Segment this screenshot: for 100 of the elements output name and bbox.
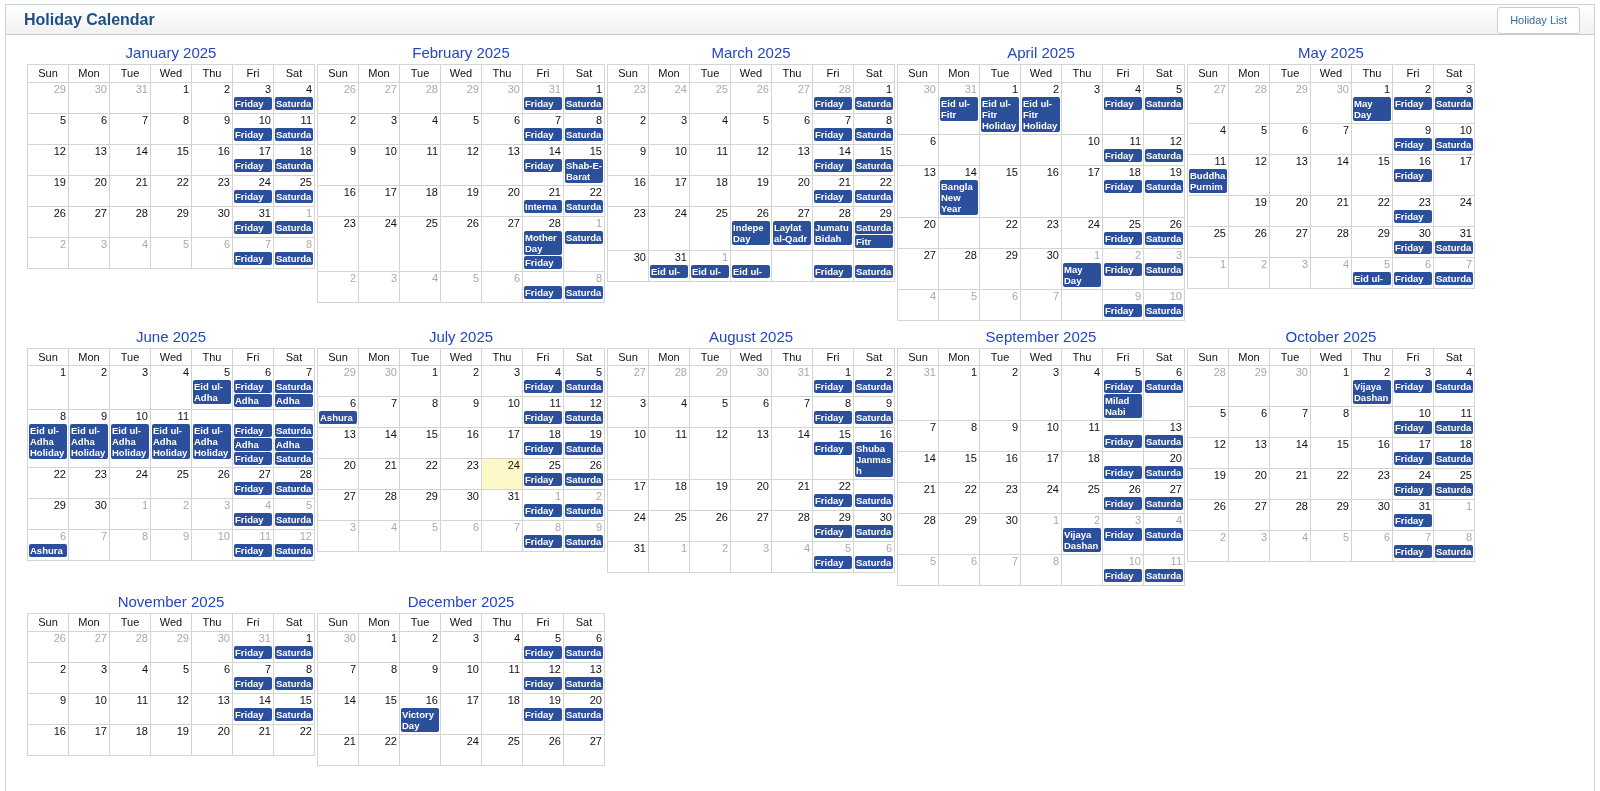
event-label[interactable]: Friday: [814, 127, 852, 141]
event-label[interactable]: Saturda: [1435, 240, 1473, 254]
event-label[interactable]: Friday: [814, 96, 852, 110]
event-label[interactable]: Friday: [814, 380, 852, 393]
event-label[interactable]: Friday: [814, 158, 852, 172]
event-label[interactable]: Saturda: [1145, 262, 1183, 276]
event-label[interactable]: Saturda: [565, 380, 603, 393]
event-label[interactable]: Eid ul-Fitr: [940, 96, 978, 121]
event-label[interactable]: Friday: [524, 285, 562, 299]
event-label[interactable]: Friday: [234, 452, 272, 465]
event-label[interactable]: Saturda: [275, 544, 313, 557]
event-label[interactable]: Friday: [1394, 421, 1432, 434]
event-label[interactable]: Friday: [1104, 231, 1142, 245]
event-label[interactable]: Saturda: [855, 127, 893, 141]
event-label[interactable]: Friday: [524, 707, 562, 721]
event-label[interactable]: Friday: [234, 380, 272, 393]
event-label[interactable]: Mother Day: [524, 230, 562, 255]
event-label[interactable]: Friday: [1104, 179, 1142, 193]
event-label[interactable]: Friday: [524, 411, 562, 424]
event-label[interactable]: Friday: [1394, 514, 1432, 527]
event-label[interactable]: Saturda: [275, 127, 313, 141]
event-label[interactable]: Saturda: [275, 707, 313, 721]
event-label[interactable]: Friday: [1104, 435, 1142, 448]
event-label[interactable]: Victory Day: [401, 707, 439, 732]
event-label[interactable]: Eid ul-Adha Holiday: [152, 424, 190, 459]
event-label[interactable]: Eid ul-Adha Holiday: [111, 424, 149, 459]
event-label[interactable]: Friday: [1394, 209, 1432, 223]
event-label[interactable]: Eid ul-Adha Holiday: [29, 424, 67, 459]
event-label[interactable]: Saturda: [565, 285, 603, 299]
event-label[interactable]: Friday: [234, 707, 272, 721]
event-label[interactable]: Saturda: [275, 96, 313, 110]
event-label[interactable]: Friday: [1104, 303, 1142, 317]
event-label[interactable]: Friday: [234, 645, 272, 659]
event-label[interactable]: Friday: [524, 127, 562, 141]
event-label[interactable]: Saturda: [565, 96, 603, 110]
holiday-list-button[interactable]: Holiday List: [1497, 7, 1580, 34]
event-label[interactable]: Friday: [234, 482, 272, 495]
event-label[interactable]: Eid ul-Adha Holiday: [70, 424, 108, 459]
event-label[interactable]: Friday: [234, 424, 272, 437]
event-label[interactable]: Saturda: [275, 380, 313, 393]
event-label[interactable]: Saturda: [1435, 271, 1473, 285]
event-label[interactable]: Adha: [275, 438, 313, 451]
event-label[interactable]: Adha: [234, 394, 272, 407]
event-label[interactable]: Friday: [234, 676, 272, 690]
event-label[interactable]: Friday: [1104, 466, 1142, 479]
event-label[interactable]: Saturda: [565, 411, 603, 424]
event-label[interactable]: Interna: [524, 199, 562, 213]
event-label[interactable]: Saturda: [275, 158, 313, 172]
event-label[interactable]: Saturda: [1145, 380, 1183, 393]
event-label[interactable]: Friday: [1104, 569, 1142, 582]
event-label[interactable]: Eid ul-Adha: [193, 380, 231, 404]
event-label[interactable]: Saturda: [855, 556, 893, 569]
event-label[interactable]: Eid ul-: [732, 264, 770, 278]
event-label[interactable]: Friday: [1394, 483, 1432, 496]
event-label[interactable]: Saturda: [275, 676, 313, 690]
event-label[interactable]: Saturda: [855, 189, 893, 203]
event-label[interactable]: Saturda: [855, 411, 893, 424]
event-label[interactable]: Saturda: [565, 127, 603, 141]
event-label[interactable]: Jumatu Bidah: [814, 220, 852, 245]
event-label[interactable]: Friday: [524, 158, 562, 172]
event-label[interactable]: Friday: [524, 96, 562, 110]
event-label[interactable]: Friday: [1394, 137, 1432, 151]
event-label[interactable]: Fitr: [855, 234, 893, 248]
event-label[interactable]: Saturda: [1435, 96, 1473, 110]
event-label[interactable]: Shuba Janmash: [855, 442, 893, 477]
event-label[interactable]: Saturda: [855, 494, 893, 507]
event-label[interactable]: Saturda: [1145, 179, 1183, 193]
event-label[interactable]: Eid ul-Adha Holiday: [193, 424, 231, 459]
event-label[interactable]: Saturda: [1435, 452, 1473, 465]
event-label[interactable]: Saturda: [275, 424, 313, 437]
event-label[interactable]: Friday: [814, 442, 852, 455]
event-label[interactable]: Saturda: [565, 676, 603, 690]
event-label[interactable]: Vijaya Dashan: [1353, 380, 1391, 404]
event-label[interactable]: Saturda: [565, 707, 603, 721]
event-label[interactable]: Friday: [234, 96, 272, 110]
event-label[interactable]: Milad Nabi: [1104, 394, 1142, 418]
event-label[interactable]: Ashura: [29, 544, 67, 557]
event-label[interactable]: Saturda: [1145, 528, 1183, 541]
event-label[interactable]: Friday: [1394, 271, 1432, 285]
event-label[interactable]: Saturda: [565, 199, 603, 213]
event-label[interactable]: Saturda: [275, 482, 313, 495]
event-label[interactable]: Friday: [1394, 240, 1432, 254]
event-label[interactable]: Friday: [1104, 96, 1142, 110]
event-label[interactable]: Friday: [524, 645, 562, 659]
event-label[interactable]: Saturda: [1145, 466, 1183, 479]
event-label[interactable]: Saturda: [1435, 421, 1473, 434]
event-label[interactable]: Friday: [1104, 380, 1142, 393]
event-label[interactable]: Friday: [1394, 168, 1432, 182]
event-label[interactable]: Eid ul-: [691, 264, 729, 278]
event-label[interactable]: Eid ul-: [650, 264, 688, 278]
event-label[interactable]: Eid ul-Fitr Holiday: [1022, 96, 1060, 132]
event-label[interactable]: Friday: [1394, 545, 1432, 558]
event-label[interactable]: Ashura: [319, 411, 357, 424]
event-label[interactable]: Adha: [234, 438, 272, 451]
event-label[interactable]: Friday: [1104, 497, 1142, 510]
event-label[interactable]: Saturda: [855, 158, 893, 172]
event-label[interactable]: Friday: [814, 525, 852, 538]
event-label[interactable]: Saturda: [565, 473, 603, 486]
event-label[interactable]: Friday: [814, 411, 852, 424]
event-label[interactable]: Saturda: [565, 504, 603, 517]
